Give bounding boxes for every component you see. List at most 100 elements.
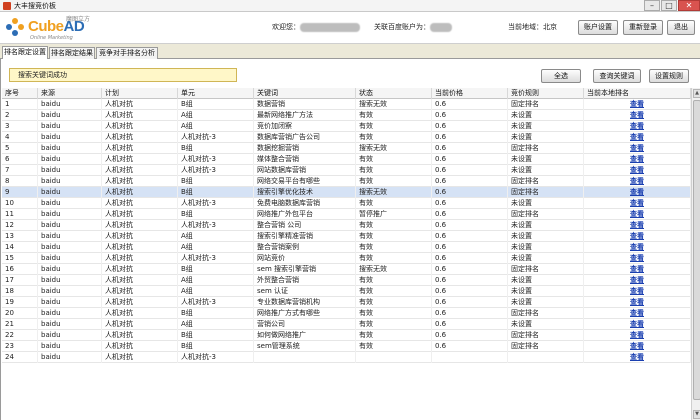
rank-view-link[interactable]: 查看 xyxy=(584,165,691,176)
cell-unit: A组 xyxy=(178,286,254,297)
table-row[interactable]: 5 baidu 人机对抗 B组 数据挖掘营销 搜索无效 0.6 固定排名 查看 xyxy=(2,143,691,154)
table-row[interactable]: 7 baidu 人机对抗 人机对抗-3 网站数据库营销 有效 0.6 未设置 查看 xyxy=(2,165,691,176)
table-row[interactable]: 2 baidu 人机对抗 A组 最新网络推广方法 有效 0.6 未设置 查看 xyxy=(2,110,691,121)
table-row[interactable]: 16 baidu 人机对抗 B组 sem 搜索引擎营销 搜索无效 0.6 固定排名 查看 xyxy=(2,264,691,275)
cell-price: 0.6 xyxy=(432,198,508,209)
cell-rule: 未设置 xyxy=(508,297,584,308)
maximize-button[interactable]: □ xyxy=(661,0,677,11)
rank-view-link[interactable]: 查看 xyxy=(584,352,691,363)
table-row[interactable]: 1 baidu 人机对抗 B组 数据营销 搜索无效 0.6 固定排名 查看 xyxy=(2,99,691,110)
tab-bar: 排名跟定设置 排名跟定结果 竞争对手排名分析 xyxy=(0,44,700,60)
cell-unit: B组 xyxy=(178,176,254,187)
rank-view-link[interactable]: 查看 xyxy=(584,99,691,110)
logout-button[interactable]: 退出 xyxy=(667,20,695,35)
rank-view-link[interactable]: 查看 xyxy=(584,275,691,286)
cell-plan: 人机对抗 xyxy=(102,110,178,121)
col-header-price[interactable]: 当前价格 xyxy=(432,88,508,99)
col-header-source[interactable]: 来源 xyxy=(38,88,102,99)
tab-rank-results[interactable]: 排名跟定结果 xyxy=(49,47,95,59)
table-row[interactable]: 23 baidu 人机对抗 B组 sem管理系统 有效 0.6 固定排名 查看 xyxy=(2,341,691,352)
table-row[interactable]: 20 baidu 人机对抗 B组 网络推广方式有哪些 有效 0.6 固定排名 查看 xyxy=(2,308,691,319)
cell-status: 搜索无效 xyxy=(356,264,432,275)
col-header-keyword[interactable]: 关键词 xyxy=(254,88,356,99)
cell-price: 0.6 xyxy=(432,319,508,330)
cell-keyword: 整合营销案例 xyxy=(254,242,356,253)
cell-rule: 未设置 xyxy=(508,231,584,242)
table-row[interactable]: 10 baidu 人机对抗 人机对抗-3 免费电脑数据库营销 有效 0.6 未设置 查看 xyxy=(2,198,691,209)
table-row[interactable]: 22 baidu 人机对抗 B组 如何做网络推广 有效 0.6 固定排名 查看 xyxy=(2,330,691,341)
table-row[interactable]: 4 baidu 人机对抗 人机对抗-3 数据库营销广告公司 有效 0.6 未设置 查看 xyxy=(2,132,691,143)
tab-competitor-analysis[interactable]: 竞争对手排名分析 xyxy=(96,47,158,59)
table-row[interactable]: 3 baidu 人机对抗 A组 竞价加闭察 有效 0.6 未设置 查看 xyxy=(2,121,691,132)
cell-keyword: 网站竞价 xyxy=(254,253,356,264)
rank-view-link[interactable]: 查看 xyxy=(584,330,691,341)
scroll-up-icon[interactable]: ▲ xyxy=(693,89,700,98)
table-row[interactable]: 6 baidu 人机对抗 人机对抗-3 媒体整合营销 有效 0.6 未设置 查看 xyxy=(2,154,691,165)
cell-rule: 未设置 xyxy=(508,198,584,209)
rank-view-link[interactable]: 查看 xyxy=(584,176,691,187)
rank-view-link[interactable]: 查看 xyxy=(584,132,691,143)
rank-view-link[interactable]: 查看 xyxy=(584,198,691,209)
table-row[interactable]: 17 baidu 人机对抗 A组 外贸整合营销 有效 0.6 未设置 查看 xyxy=(2,275,691,286)
col-header-plan[interactable]: 计划 xyxy=(102,88,178,99)
rank-view-link[interactable]: 查看 xyxy=(584,286,691,297)
table-row[interactable]: 12 baidu 人机对抗 人机对抗-3 整合营销 公司 有效 0.6 未设置 查看 xyxy=(2,220,691,231)
rank-view-link[interactable]: 查看 xyxy=(584,308,691,319)
rank-view-link[interactable]: 查看 xyxy=(584,341,691,352)
rank-view-link[interactable]: 查看 xyxy=(584,264,691,275)
rank-view-link[interactable]: 查看 xyxy=(584,121,691,132)
cell-status: 有效 xyxy=(356,176,432,187)
cell-source: baidu xyxy=(38,176,102,187)
cell-price: 0.6 xyxy=(432,99,508,110)
table-row[interactable]: 24 baidu 人机对抗 人机对抗-3 查看 xyxy=(2,352,691,363)
rank-view-link[interactable]: 查看 xyxy=(584,154,691,165)
rank-view-link[interactable]: 查看 xyxy=(584,209,691,220)
cell-keyword: 外贸整合营销 xyxy=(254,275,356,286)
tab-rank-settings[interactable]: 排名跟定设置 xyxy=(2,46,48,60)
scroll-down-icon[interactable]: ▼ xyxy=(693,410,700,419)
col-header-status[interactable]: 状态 xyxy=(356,88,432,99)
table-row[interactable]: 18 baidu 人机对抗 A组 sem 认证 有效 0.6 未设置 查看 xyxy=(2,286,691,297)
cell-rule: 固定排名 xyxy=(508,330,584,341)
select-all-button[interactable]: 全选 xyxy=(541,69,581,83)
col-header-rank[interactable]: 当前本地排名 xyxy=(584,88,691,99)
table-row[interactable]: 13 baidu 人机对抗 A组 搜索引擎精准营销 有效 0.6 未设置 查看 xyxy=(2,231,691,242)
table-row[interactable]: 19 baidu 人机对抗 人机对抗-3 专业数据库营销机构 有效 0.6 未设置 查看 xyxy=(2,297,691,308)
table-row[interactable]: 21 baidu 人机对抗 A组 营销公司 有效 0.6 未设置 查看 xyxy=(2,319,691,330)
minimize-button[interactable]: – xyxy=(644,0,660,11)
table-row[interactable]: 14 baidu 人机对抗 A组 整合营销案例 有效 0.6 未设置 查看 xyxy=(2,242,691,253)
query-keywords-button[interactable]: 查询关键词 xyxy=(593,69,641,83)
cell-status: 有效 xyxy=(356,275,432,286)
col-header-id[interactable]: 序号 xyxy=(2,88,38,99)
rank-view-link[interactable]: 查看 xyxy=(584,110,691,121)
account-settings-button[interactable]: 账户设置 xyxy=(578,20,618,35)
cell-status: 搜索无效 xyxy=(356,143,432,154)
table-row[interactable]: 9 baidu 人机对抗 B组 搜索引擎优化技术 搜索无效 0.6 固定排名 查看 xyxy=(2,187,691,198)
close-button[interactable]: ✕ xyxy=(678,0,700,11)
table-row[interactable]: 11 baidu 人机对抗 B组 网络推广外包平台 暂停推广 0.6 固定排名 查看 xyxy=(2,209,691,220)
cell-plan: 人机对抗 xyxy=(102,187,178,198)
col-header-unit[interactable]: 单元 xyxy=(178,88,254,99)
relogin-button[interactable]: 重新登录 xyxy=(623,20,663,35)
table-row[interactable]: 15 baidu 人机对抗 人机对抗-3 网站竞价 有效 0.6 未设置 查看 xyxy=(2,253,691,264)
account-info: 关联百度账户为： xyxy=(374,22,452,32)
vertical-scrollbar[interactable]: ▲ ▼ xyxy=(691,88,700,420)
col-header-rule[interactable]: 竞价规则 xyxy=(508,88,584,99)
rank-view-link[interactable]: 查看 xyxy=(584,143,691,154)
rank-view-link[interactable]: 查看 xyxy=(584,319,691,330)
cell-plan: 人机对抗 xyxy=(102,99,178,110)
rank-view-link[interactable]: 查看 xyxy=(584,231,691,242)
rank-view-link[interactable]: 查看 xyxy=(584,220,691,231)
rank-view-link[interactable]: 查看 xyxy=(584,253,691,264)
cell-unit: 人机对抗-3 xyxy=(178,253,254,264)
cell-source: baidu xyxy=(38,132,102,143)
cell-id: 18 xyxy=(2,286,38,297)
scroll-thumb[interactable] xyxy=(693,100,700,400)
table-row[interactable]: 8 baidu 人机对抗 B组 网络交易平台有哪些 有效 0.6 固定排名 查看 xyxy=(2,176,691,187)
set-rules-button[interactable]: 设置规则 xyxy=(649,69,689,83)
cell-rule: 未设置 xyxy=(508,165,584,176)
cell-unit: A组 xyxy=(178,231,254,242)
rank-view-link[interactable]: 查看 xyxy=(584,242,691,253)
rank-view-link[interactable]: 查看 xyxy=(584,187,691,198)
rank-view-link[interactable]: 查看 xyxy=(584,297,691,308)
